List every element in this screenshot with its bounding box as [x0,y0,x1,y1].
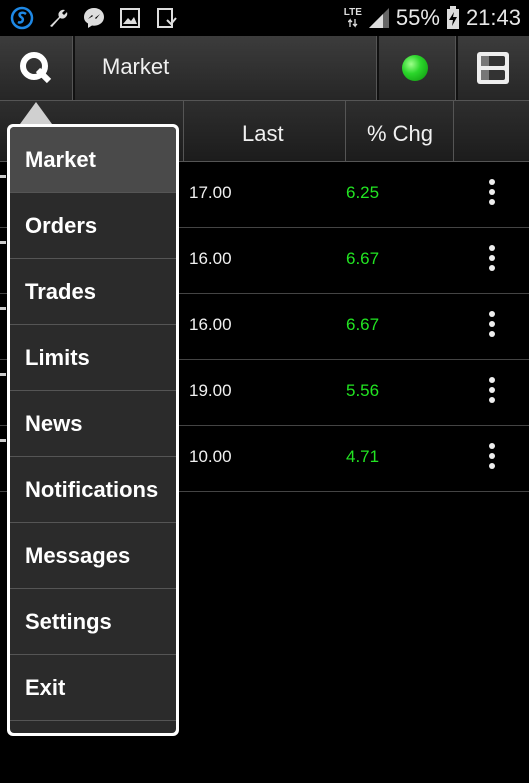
row-marker [0,175,6,178]
menu-item-label: Orders [25,213,98,238]
cell-last: 16.00 [189,315,232,334]
battery-charging-icon [446,6,459,29]
navigation-menu: Market Orders Trades Limits News Notific… [7,124,179,736]
menu-item-label: Market [25,147,96,172]
row-marker [0,307,6,310]
menu-item-label: Messages [25,543,131,568]
menu-item-orders[interactable]: Orders [10,193,176,259]
navigation-menu-list: Market Orders Trades Limits News Notific… [10,127,176,733]
cell-pct-chg: 4.71 [346,447,380,466]
cell-last: 10.00 [189,447,232,466]
network-type: LTE [343,7,362,18]
column-divider [345,101,346,161]
menu-item-messages[interactable]: Messages [10,523,176,589]
column-header-pct-chg[interactable]: % Chg [367,121,433,147]
cell-last: 19.00 [189,381,232,400]
toolbar-divider [455,36,458,100]
toolbar-divider [376,36,379,100]
cell-pct-chg: 5.56 [346,381,380,400]
wrench-icon [50,9,68,27]
menu-item-label: Exit [25,675,66,700]
connection-status-icon[interactable] [402,55,428,81]
battery-percent: 55% [395,5,440,30]
menu-item-label: Notifications [25,477,159,502]
column-divider [453,101,454,161]
menu-item-market[interactable]: Market [10,127,176,193]
row-options-icon[interactable] [486,443,498,473]
app-menu-button[interactable] [0,36,72,100]
layout-toggle-icon[interactable] [476,51,510,85]
row-marker [0,373,6,376]
menu-item-label: Limits [25,345,90,370]
row-marker [0,241,6,244]
cell-last: 16.00 [189,249,232,268]
cell-pct-chg: 6.67 [346,315,380,334]
data-arrows-icon [347,18,358,28]
menu-pointer [20,102,52,124]
column-header-last[interactable]: Last [242,121,284,147]
row-options-icon[interactable] [486,311,498,341]
clock: 21:43 [465,5,521,30]
status-bar: LTE 55% 21:43 [0,0,529,36]
row-options-icon[interactable] [486,377,498,407]
row-marker [0,439,6,442]
row-options-icon[interactable] [486,245,498,275]
download-icon [157,8,177,28]
cell-pct-chg: 6.67 [346,249,380,268]
s-logo-icon [10,6,34,30]
signal-icon [368,8,389,28]
app-toolbar: Market [0,36,529,101]
menu-item-label: Trades [25,279,96,304]
menu-item-exit[interactable]: Exit [10,655,176,721]
cell-last: 17.00 [189,183,232,202]
toolbar-divider [72,36,75,100]
menu-item-notifications[interactable]: Notifications [10,457,176,523]
menu-item-settings[interactable]: Settings [10,589,176,655]
page-title: Market [102,54,170,79]
menu-item-trades[interactable]: Trades [10,259,176,325]
menu-item-news[interactable]: News [10,391,176,457]
app-logo-icon [20,52,52,84]
menu-item-label: Settings [25,609,112,634]
menu-item-label: News [25,411,83,436]
column-divider [183,101,184,161]
menu-item-limits[interactable]: Limits [10,325,176,391]
gallery-icon [120,8,140,28]
row-options-icon[interactable] [486,179,498,209]
messenger-icon [84,8,104,28]
cell-pct-chg: 6.25 [346,183,380,202]
